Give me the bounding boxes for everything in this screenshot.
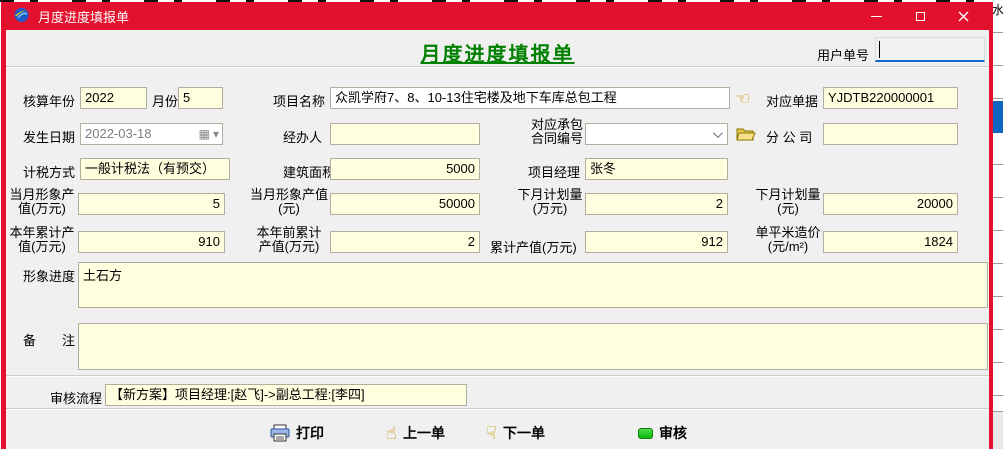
- year-total-wan-field[interactable]: 910: [78, 231, 225, 253]
- building-area-field[interactable]: 5000: [330, 158, 480, 180]
- next-month-plan-wan-label: 下月计划量 (万元): [516, 188, 584, 216]
- next-doc-button[interactable]: ☟ 下一单: [486, 421, 545, 445]
- user-no-label: 用户单号: [817, 45, 869, 64]
- handler-field[interactable]: [330, 123, 480, 145]
- previous-doc-button[interactable]: ☝ 上一单: [386, 421, 445, 445]
- before-year-total-field[interactable]: 2: [330, 231, 480, 253]
- handler-label: 经办人: [283, 127, 322, 146]
- background-selected-cell: [993, 101, 1003, 133]
- month-label: 月份: [152, 91, 178, 110]
- next-doc-label: 下一单: [503, 423, 545, 443]
- month-output-wan-label: 当月形象产 值(万元): [8, 188, 76, 216]
- titlebar: [1, 2, 993, 30]
- branch-field[interactable]: [823, 123, 958, 145]
- previous-doc-label: 上一单: [403, 423, 445, 443]
- print-label: 打印: [296, 423, 324, 443]
- divider: [6, 66, 989, 68]
- minimize-icon: [871, 16, 882, 17]
- audit-flow-label: 审核流程: [50, 388, 102, 407]
- maximize-button[interactable]: [903, 2, 937, 30]
- building-area-label: 建筑面积: [283, 162, 335, 181]
- background-spreadsheet: [993, 0, 1003, 449]
- app-logo-icon: [13, 6, 30, 23]
- screen: 水 月度进度填报单 月度进度填报单 用户单号 核算年份 2022 月份 5 项目…: [0, 0, 1003, 449]
- accounting-year-label: 核算年份: [23, 91, 75, 110]
- month-output-yuan-field[interactable]: 50000: [330, 193, 480, 215]
- window-border: [989, 30, 993, 449]
- print-button[interactable]: 打印: [270, 421, 324, 445]
- contract-no-label: 对应承包 合同编号: [528, 118, 586, 146]
- audit-status-icon: [638, 428, 653, 439]
- month-output-yuan-label: 当月形象产值 (元): [250, 188, 328, 216]
- progress-label: 形象进度: [23, 266, 75, 285]
- tax-method-field[interactable]: 一般计税法（有预交）: [80, 158, 230, 180]
- background-bottom-block: [993, 411, 1003, 449]
- calendar-icon: ▦: [199, 124, 210, 144]
- accounting-year-field[interactable]: 2022: [80, 87, 147, 109]
- chevron-down-icon: [713, 128, 723, 138]
- branch-label: 分 公 司: [766, 127, 812, 146]
- printer-icon: [270, 424, 290, 442]
- folder-icon[interactable]: [736, 126, 756, 142]
- audit-flow-field[interactable]: 【新方案】项目经理:[赵飞]->副总工程:[李四]: [105, 384, 467, 406]
- divider: [6, 408, 989, 410]
- tax-method-label: 计税方式: [23, 162, 75, 181]
- close-icon: [958, 11, 969, 22]
- month-field[interactable]: 5: [178, 87, 223, 109]
- window-title: 月度进度填报单: [38, 7, 129, 26]
- occur-date-label: 发生日期: [23, 127, 75, 146]
- hand-up-icon: ☝: [386, 424, 397, 442]
- user-no-input[interactable]: [875, 37, 985, 62]
- total-output-label: 累计产值(万元): [490, 237, 577, 256]
- next-month-plan-yuan-label: 下月计划量 (元): [755, 188, 821, 216]
- remark-label: 备 注: [23, 330, 75, 349]
- divider: [6, 375, 989, 377]
- remark-textarea[interactable]: [78, 323, 988, 370]
- text-caret: [879, 41, 880, 58]
- minimize-button[interactable]: [859, 2, 893, 30]
- next-month-plan-yuan-field[interactable]: 20000: [823, 193, 958, 215]
- background-cell-text: 水: [992, 1, 1003, 18]
- project-manager-label: 项目经理: [528, 162, 580, 181]
- dropdown-arrow-icon: ▾: [213, 124, 219, 144]
- audit-button[interactable]: 审核: [638, 421, 687, 445]
- occur-date-picker[interactable]: 2022-03-18 ▦ ▾: [80, 123, 223, 145]
- project-name-field[interactable]: 众凯学府7、8、10-13住宅楼及地下车库总包工程: [330, 87, 730, 109]
- maximize-icon: [916, 12, 925, 21]
- contract-no-combobox[interactable]: [585, 123, 728, 145]
- month-output-wan-field[interactable]: 5: [78, 193, 225, 215]
- project-name-label: 项目名称: [273, 91, 325, 110]
- hand-left-icon[interactable]: ☜: [735, 90, 750, 107]
- year-total-wan-label: 本年累计产 值(万元): [8, 226, 76, 254]
- unit-cost-field[interactable]: 1824: [823, 231, 958, 253]
- related-doc-field[interactable]: YJDTB220000001: [823, 87, 958, 109]
- close-button[interactable]: [946, 2, 980, 30]
- total-output-field[interactable]: 912: [585, 231, 728, 253]
- progress-textarea[interactable]: 土石方: [78, 262, 988, 308]
- hand-down-icon: ☟: [486, 424, 497, 442]
- unit-cost-label: 单平米造价 (元/m²): [755, 226, 821, 254]
- next-month-plan-wan-field[interactable]: 2: [585, 193, 728, 215]
- audit-label: 审核: [659, 423, 687, 443]
- before-year-total-label: 本年前累计 产值(万元): [250, 226, 328, 254]
- project-manager-field[interactable]: 张冬: [585, 158, 728, 180]
- related-doc-label: 对应单据: [766, 91, 818, 110]
